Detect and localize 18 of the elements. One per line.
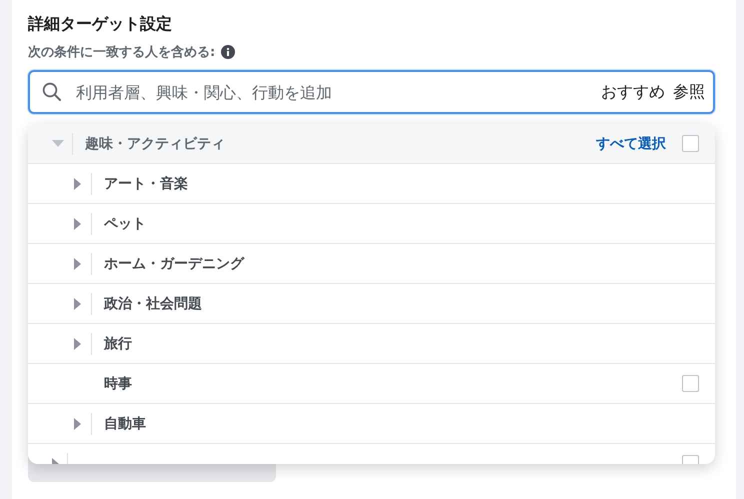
category-item[interactable]: ペット [104,214,146,232]
category-item[interactable]: 政治・社会問題 [104,294,202,312]
checkbox[interactable] [682,135,699,152]
search-option-link[interactable]: 参照 [673,82,705,102]
search-field[interactable]: 利用者層、興味・関心、行動を追加 おすすめ 参照 [28,70,715,114]
section-title: 詳細ターゲット設定 [28,14,173,35]
select-all-link[interactable]: すべて選択 [596,134,666,152]
category-label[interactable]: 趣味・アクティビティ [85,134,225,152]
checkbox[interactable] [682,375,699,392]
search-option-link[interactable]: おすすめ [601,82,665,102]
section-subtitle: 次の条件に一致する人を含める: [28,44,216,61]
category-item[interactable]: ホーム・ガーデニング [104,254,244,272]
category-item[interactable]: 自動車 [104,414,146,432]
category-item[interactable]: 旅行 [104,334,132,352]
category-item[interactable]: アート・音楽 [104,174,188,192]
category-item[interactable]: 時事 [104,374,132,392]
search-icon [42,82,62,102]
info-icon [221,45,236,59]
